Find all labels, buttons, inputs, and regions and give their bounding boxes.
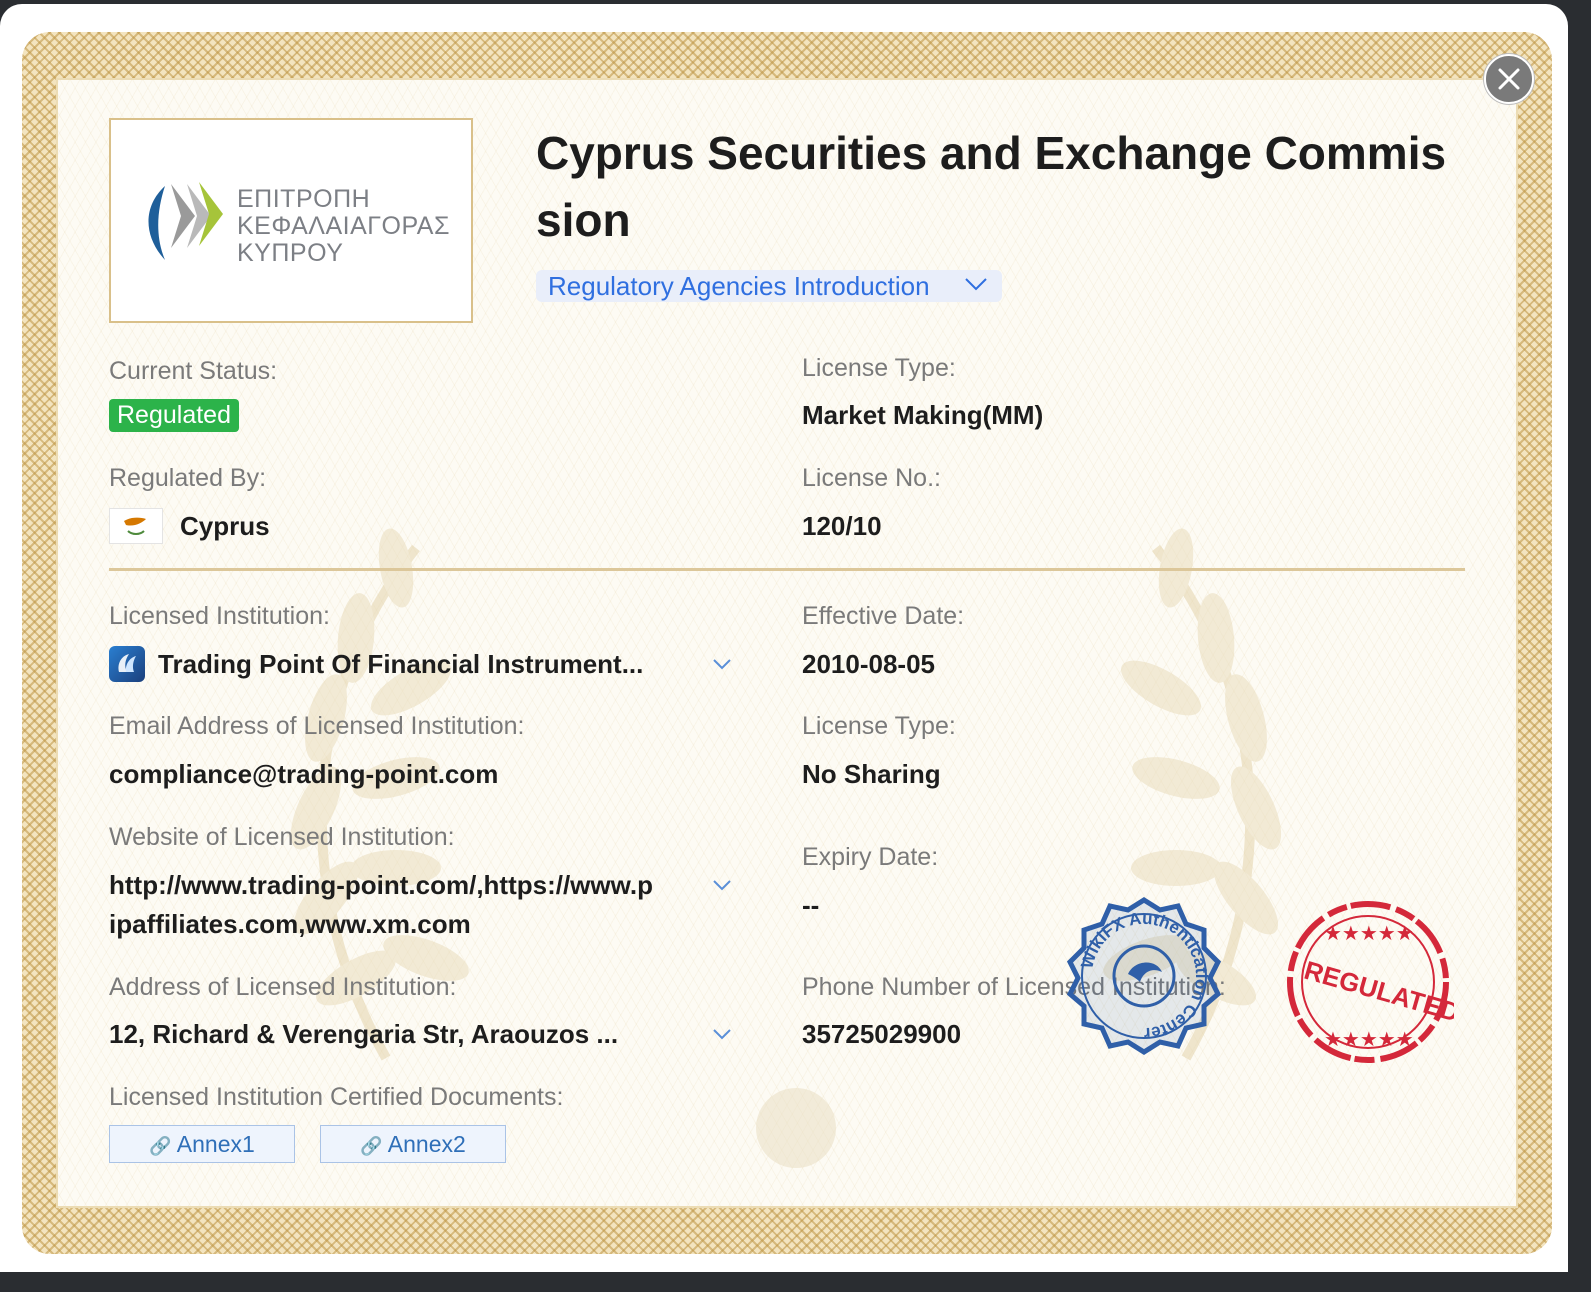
annex1-label: Annex1 — [176, 1131, 255, 1157]
regulator-title: Cyprus Securities and Exchange Commissio… — [536, 127, 1447, 246]
website-expand-chevron-icon[interactable] — [712, 879, 732, 891]
license-no-value: 120/10 — [802, 511, 882, 541]
email-value: compliance@trading-point.com — [109, 759, 499, 789]
license-modal: ΕΠΙΤΡΟΠΗ ΚΕΦΑΛΑΙΑΓΟΡΑΣ ΚΥΠΡΟΥ Cyprus Sec… — [0, 4, 1568, 1272]
website-value-line-1: http://www.trading-point.com/,https://ww… — [109, 870, 653, 900]
email-label: Email Address of Licensed Institution: — [109, 712, 525, 740]
stars-icon: ★★★★★ — [1324, 1027, 1414, 1051]
regulated-by-label: Regulated By: — [109, 464, 267, 492]
link-icon: 🔗 — [149, 1136, 172, 1156]
expiry-date-label: Expiry Date: — [802, 843, 939, 871]
website-label: Website of Licensed Institution: — [109, 823, 455, 851]
regulator-logo: ΕΠΙΤΡΟΠΗ ΚΕΦΑΛΑΙΑΓΟΡΑΣ ΚΥΠΡΟΥ — [109, 118, 473, 323]
stars-icon: ★★★★★ — [1324, 921, 1414, 945]
license-no-label: License No.: — [802, 464, 941, 492]
close-button[interactable] — [1484, 54, 1534, 104]
logo-line-1: ΕΠΙΤΡΟΠΗ — [237, 185, 371, 213]
address-expand-chevron-icon[interactable] — [712, 1028, 732, 1040]
phone-value: 35725029900 — [802, 1019, 962, 1049]
institution-logo-icon — [109, 646, 145, 682]
logo-line-2: ΚΕΦΑΛΑΙΑΓΟΡΑΣ — [237, 212, 450, 240]
licensed-institution-label: Licensed Institution: — [109, 602, 330, 630]
licensed-institution-value: Trading Point Of Financial Instrument... — [158, 649, 644, 679]
annex2-label: Annex2 — [387, 1131, 466, 1157]
expiry-date-value: -- — [802, 890, 820, 920]
license-type-label: License Type: — [802, 354, 956, 382]
license-type-value: Market Making(MM) — [802, 400, 1044, 430]
license-type-sharing-value: No Sharing — [802, 759, 941, 789]
cyprus-flag-icon — [109, 508, 163, 544]
annex2-button[interactable]: 🔗 Annex2 — [320, 1125, 506, 1163]
institution-expand-chevron-icon[interactable] — [712, 658, 732, 670]
wikifx-authentication-stamp: WikiFX Authentication Center — [1066, 897, 1222, 1055]
effective-date-label: Effective Date: — [802, 602, 965, 630]
cysec-logo-mark — [148, 182, 223, 260]
regulated-stamp: REGULATED ★★★★★ ★★★★★ — [1287, 901, 1454, 1063]
chevron-down-icon — [965, 278, 987, 291]
regulated-by-value: Cyprus — [180, 511, 270, 541]
regulatory-intro-label: Regulatory Agencies Introduction — [548, 271, 930, 301]
address-value: 12, Richard & Verengaria Str, Araouzos .… — [109, 1019, 619, 1049]
annex1-button[interactable]: 🔗 Annex1 — [109, 1125, 295, 1163]
license-type-sharing-label: License Type: — [802, 712, 956, 740]
regulator-logo-text: ΕΠΙΤΡΟΠΗ ΚΕΦΑΛΑΙΑΓΟΡΑΣ ΚΥΠΡΟΥ — [237, 186, 450, 267]
effective-date-value: 2010-08-05 — [802, 649, 935, 679]
address-label: Address of Licensed Institution: — [109, 973, 457, 1001]
link-icon: 🔗 — [360, 1136, 383, 1156]
logo-line-3: ΚΥΠΡΟΥ — [237, 239, 344, 267]
documents-label: Licensed Institution Certified Documents… — [109, 1083, 564, 1111]
website-value-line-2: ipaffiliates.com,www.xm.com — [109, 909, 471, 939]
regulatory-intro-dropdown[interactable]: Regulatory Agencies Introduction — [536, 270, 1002, 302]
status-badge: Regulated — [109, 399, 239, 432]
close-icon — [1498, 68, 1520, 90]
section-divider — [109, 568, 1465, 571]
current-status-label: Current Status: — [109, 357, 278, 385]
